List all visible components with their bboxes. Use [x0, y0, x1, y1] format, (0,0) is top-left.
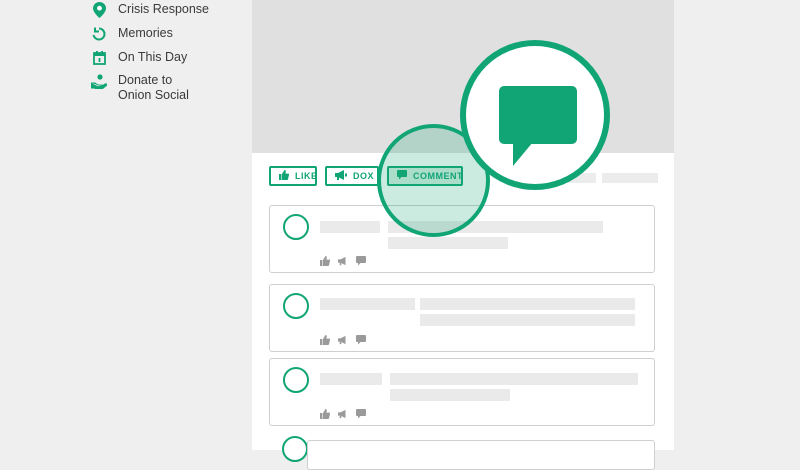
sidebar-item-label: Donate to Onion Social [118, 73, 189, 102]
placeholder-bar [420, 298, 635, 310]
megaphone-icon[interactable] [338, 256, 348, 266]
avatar[interactable] [282, 436, 308, 462]
comment-bubble-icon[interactable] [356, 335, 366, 345]
refresh-icon [90, 26, 108, 42]
location-pin-icon [90, 2, 108, 18]
sidebar-item-crisis-response[interactable]: Crisis Response [90, 2, 209, 18]
post-reaction-icons [320, 256, 366, 266]
placeholder-bar [320, 298, 415, 310]
sidebar-item-memories[interactable]: Memories [90, 26, 173, 42]
placeholder-bar [320, 373, 382, 385]
sidebar-item-on-this-day[interactable]: On This Day [90, 50, 187, 66]
like-button[interactable]: LIKE [269, 166, 317, 186]
placeholder-bar [602, 173, 658, 183]
thumbs-up-icon [279, 170, 290, 182]
sidebar-item-label: On This Day [118, 50, 188, 64]
thumbs-up-icon[interactable] [320, 335, 330, 345]
placeholder-bar [388, 237, 508, 249]
placeholder-bar [390, 373, 638, 385]
like-label: LIKE [295, 171, 318, 181]
post-reaction-icons [320, 409, 366, 419]
megaphone-icon[interactable] [338, 409, 348, 419]
dox-label: DOX [353, 171, 375, 181]
thumbs-up-icon[interactable] [320, 409, 330, 419]
donate-hand-icon [90, 73, 108, 89]
thumbs-up-icon[interactable] [320, 256, 330, 266]
dox-button[interactable]: DOX [325, 166, 379, 186]
megaphone-icon[interactable] [338, 335, 348, 345]
feed-post [269, 284, 655, 352]
sidebar-item-label: Crisis Response [118, 2, 210, 16]
avatar[interactable] [283, 214, 309, 240]
calendar-icon [90, 50, 108, 66]
comment-bubble-icon[interactable] [356, 409, 366, 419]
placeholder-bar [420, 314, 635, 326]
placeholder-bar [320, 221, 380, 233]
feed-post [269, 358, 655, 426]
feed-post [269, 436, 655, 470]
comment-bubble-icon [499, 86, 577, 166]
post-reaction-icons [320, 335, 366, 345]
comment-bubble-icon[interactable] [356, 256, 366, 266]
sidebar-item-donate[interactable]: Donate to Onion Social [90, 73, 189, 103]
post-card [307, 440, 655, 470]
sidebar-item-label: Memories [118, 26, 173, 40]
avatar[interactable] [283, 293, 309, 319]
placeholder-bar [390, 389, 510, 401]
avatar[interactable] [283, 367, 309, 393]
megaphone-icon [335, 170, 347, 182]
magnified-comment-callout [460, 40, 610, 190]
